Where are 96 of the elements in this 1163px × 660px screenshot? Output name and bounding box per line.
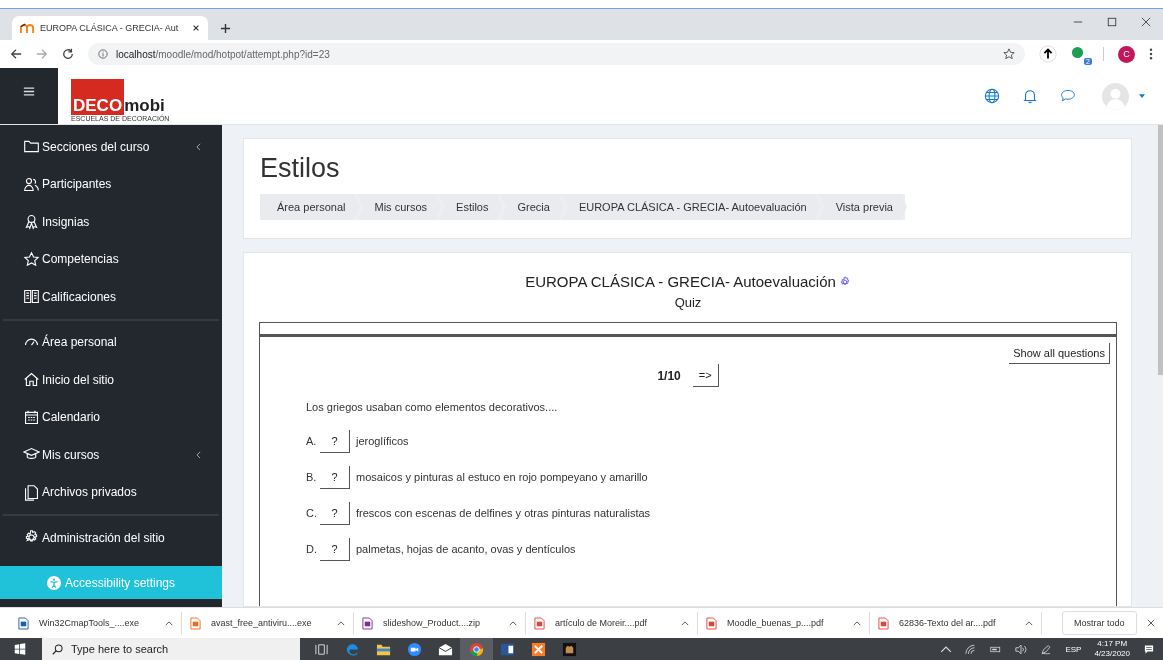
clock-time: 4:17 PM: [1097, 639, 1128, 649]
chevron-left-icon: [196, 142, 201, 151]
file-icon: [190, 616, 201, 630]
option-text: jeroglíficos: [356, 435, 409, 447]
quiz-title: EUROPA CLÁSICA - GRECIA- Autoevaluación: [525, 273, 836, 290]
notification-icon[interactable]: [1143, 643, 1155, 655]
task-view-icon[interactable]: [314, 641, 329, 657]
windows-start-icon[interactable]: [14, 643, 26, 655]
moodle-logo-icon: [20, 22, 34, 34]
globe-icon[interactable]: [984, 88, 1000, 104]
search-icon: [52, 643, 63, 655]
sidebar-item[interactable]: Calendario: [3, 398, 219, 436]
option-text: frescos con escenas de delfines y otras pinturas naturalistas: [356, 507, 651, 519]
file-icon: [18, 616, 29, 630]
download-item[interactable]: artículo de Moreir....pdf: [526, 612, 698, 634]
bell-icon[interactable]: [1022, 88, 1038, 104]
chevron-up-icon: [337, 620, 345, 626]
star-icon: [23, 250, 40, 268]
language-indicator[interactable]: ESP: [1065, 644, 1082, 654]
chrome-browser-icon[interactable]: [469, 641, 484, 657]
tab-title: EUROPA CLÁSICA - GRECIA- Aut: [40, 23, 180, 33]
calendar-icon: [23, 408, 40, 426]
award-icon: [23, 213, 40, 231]
download-item[interactable]: slideshow_Product....zip: [354, 612, 526, 634]
close-icon[interactable]: [1146, 619, 1155, 627]
browser-tab[interactable]: EUROPA CLÁSICA - GRECIA- Aut: [12, 16, 208, 40]
file-icon: [706, 616, 717, 630]
download-item[interactable]: Moodle_buenas_p....pdf: [698, 612, 870, 634]
taskbar-search-field[interactable]: Type here to search: [42, 638, 300, 660]
more-menu-icon[interactable]: [1149, 48, 1153, 60]
show-all-questions-button[interactable]: Show all questions: [1009, 343, 1110, 364]
page-title: Estilos: [260, 153, 341, 184]
close-icon[interactable]: [192, 24, 200, 32]
option-letter: B.: [306, 471, 318, 483]
maximize-icon[interactable]: [1107, 17, 1117, 27]
plus-icon[interactable]: [220, 23, 231, 34]
edge-browser-icon[interactable]: [345, 641, 360, 657]
chevron-up-icon: [853, 620, 861, 626]
sidebar-item[interactable]: Archivos privados: [3, 473, 219, 511]
bookmark-star-icon[interactable]: [1003, 48, 1015, 60]
dropdown-caret-icon[interactable]: [1139, 94, 1145, 98]
chevron-up-icon: [1025, 620, 1033, 626]
option-letter: C.: [306, 507, 318, 519]
sidebar-item[interactable]: Mis cursos: [3, 436, 219, 474]
file-icon: [878, 616, 889, 630]
files-icon: [23, 483, 40, 501]
chevron-up-icon: [509, 620, 517, 626]
sidebar-item[interactable]: Calificaciones: [3, 278, 219, 316]
sidebar-item[interactable]: Insignias: [3, 203, 219, 241]
chevron-up-icon: [681, 620, 689, 626]
question-text: Los griegos usaban como elementos decorativos....: [306, 401, 559, 413]
chevron-up-icon: [165, 620, 173, 626]
speaker-icon[interactable]: [1015, 643, 1028, 655]
address-field[interactable]: localhost/moodle/mod/hotpot/attempt.php?id=23: [88, 43, 1025, 65]
sidebar-item[interactable]: Inicio del sitio: [3, 361, 219, 399]
download-item[interactable]: 62836-Texto del ar....pdf: [870, 612, 1042, 634]
word-document-icon[interactable]: [500, 641, 515, 657]
question-counter: 1/10: [657, 368, 681, 383]
sidebar-item[interactable]: Participantes: [3, 165, 219, 203]
option-letter: D.: [306, 543, 318, 555]
option-text: palmetas, hojas de acanto, ovas y dentículos: [356, 543, 576, 555]
answer-select[interactable]: ?: [320, 537, 350, 561]
home-icon: [23, 371, 40, 389]
answer-select[interactable]: ?: [320, 465, 350, 489]
quiz-subtitle: Quiz: [673, 295, 703, 310]
answer-select[interactable]: ?: [320, 501, 350, 525]
file-icon: [534, 616, 545, 630]
download-item[interactable]: Win32CmapTools_....exe: [10, 612, 182, 634]
mail-icon[interactable]: [438, 641, 453, 657]
answer-select[interactable]: ?: [320, 429, 350, 453]
option-text: mosaicos y pinturas al estuco en rojo pompeyano y amarillo: [356, 471, 648, 483]
sidebar-item[interactable]: Área personal: [3, 323, 219, 361]
option-letter: A.: [306, 435, 318, 447]
menu-icon[interactable]: [23, 85, 35, 97]
video-camera-icon[interactable]: [407, 641, 422, 657]
show-all-downloads-button[interactable]: Mostrar todo: [1062, 611, 1137, 635]
sidebar-item[interactable]: Secciones del curso: [3, 128, 219, 166]
download-item[interactable]: avast_free_antiviru....exe: [182, 612, 354, 634]
close-icon[interactable]: [1141, 17, 1151, 27]
chat-bubble-icon[interactable]: [1060, 88, 1076, 104]
reload-icon[interactable]: [62, 48, 74, 60]
clock-date: 4/23/2020: [1094, 649, 1130, 659]
info-icon: [98, 49, 108, 59]
sidebar-item[interactable]: Administración del sitio: [3, 519, 219, 557]
chevron-left-icon: [196, 450, 201, 459]
book-icon: [23, 288, 40, 306]
settings-icon[interactable]: [838, 275, 851, 288]
next-button[interactable]: =>: [692, 364, 719, 387]
extension-icon[interactable]: [1071, 46, 1084, 59]
sidebar-item[interactable]: Competencias: [3, 240, 219, 278]
back-arrow-icon[interactable]: [10, 48, 22, 60]
profile-avatar[interactable]: C: [1118, 45, 1135, 63]
people-icon: [23, 175, 40, 193]
file-icon: [362, 616, 373, 630]
accessibility-icon: [46, 575, 61, 590]
pen-icon[interactable]: [1040, 643, 1053, 655]
